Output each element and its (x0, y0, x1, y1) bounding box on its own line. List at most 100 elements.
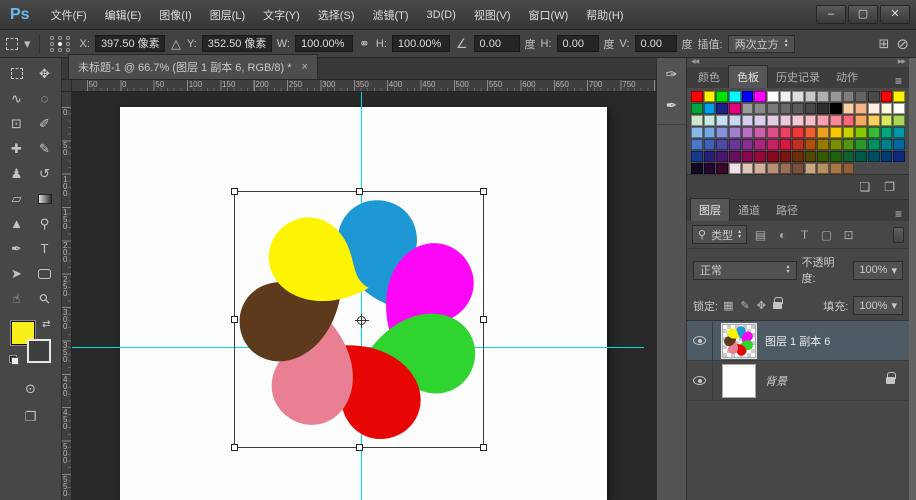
color-swatch[interactable] (729, 163, 741, 174)
collapse-right-icon[interactable]: ▶▶ (898, 58, 905, 67)
color-swatch[interactable] (754, 163, 766, 174)
color-swatch[interactable] (843, 163, 855, 174)
color-swatch[interactable] (754, 139, 766, 150)
layer-thumbnail[interactable] (722, 324, 756, 358)
color-swatch[interactable] (742, 127, 754, 138)
color-swatch[interactable] (729, 115, 741, 126)
color-swatch[interactable] (742, 103, 754, 114)
color-swatch[interactable] (742, 151, 754, 162)
layer-name[interactable]: 图层 1 副本 6 (765, 333, 909, 349)
color-swatch[interactable] (792, 139, 804, 150)
healing-brush-tool[interactable]: ✚ (3, 136, 31, 161)
color-swatch[interactable] (855, 115, 867, 126)
color-swatch[interactable] (754, 151, 766, 162)
color-swatch[interactable] (716, 139, 728, 150)
tab-color[interactable]: 颜色 (690, 66, 728, 88)
restore-button[interactable]: ▢ (848, 5, 878, 24)
color-swatch[interactable] (830, 91, 842, 102)
color-swatch[interactable] (893, 151, 905, 162)
color-swatch[interactable] (792, 91, 804, 102)
color-swatch[interactable] (767, 139, 779, 150)
warp-mode-icon[interactable]: ⊞ (878, 36, 891, 52)
color-swatch[interactable] (704, 127, 716, 138)
lock-transparent-pixels-icon[interactable]: ▦ (723, 299, 733, 312)
pen-tool[interactable]: ✒ (3, 236, 31, 261)
color-swatch[interactable] (742, 139, 754, 150)
color-swatch[interactable] (729, 139, 741, 150)
color-swatch[interactable] (780, 139, 792, 150)
gradient-tool[interactable] (31, 186, 59, 211)
color-swatch[interactable] (780, 115, 792, 126)
clone-stamp-tool[interactable]: ♟ (3, 161, 31, 186)
color-swatch[interactable] (893, 127, 905, 138)
brush-presets-panel-icon[interactable]: ✑ (666, 66, 678, 83)
color-swatch[interactable] (855, 103, 867, 114)
menu-item[interactable]: 窗口(W) (520, 0, 578, 31)
color-swatch[interactable] (843, 127, 855, 138)
color-swatch[interactable] (691, 127, 703, 138)
color-swatch[interactable] (830, 115, 842, 126)
color-swatch[interactable] (767, 163, 779, 174)
filter-type-layers-icon[interactable]: T (796, 228, 813, 242)
color-swatch[interactable] (817, 115, 829, 126)
layer-row-copy6[interactable]: 图层 1 副本 6 (687, 321, 909, 361)
eraser-tool[interactable]: ▱ (3, 186, 31, 211)
color-swatch[interactable] (780, 127, 792, 138)
color-swatch[interactable] (729, 151, 741, 162)
lock-image-pixels-icon[interactable]: ✎ (740, 299, 749, 312)
color-swatch[interactable] (843, 91, 855, 102)
screen-mode-icon[interactable]: ❐ (25, 409, 37, 425)
color-swatch[interactable] (792, 151, 804, 162)
mini-panel-icon-1[interactable]: ❏ (859, 180, 870, 194)
color-swatch[interactable] (893, 91, 905, 102)
color-swatch[interactable] (805, 151, 817, 162)
color-swatch[interactable] (691, 115, 703, 126)
visibility-cell[interactable] (687, 361, 713, 400)
tab-history[interactable]: 历史记录 (768, 66, 828, 88)
color-swatch[interactable] (742, 163, 754, 174)
color-swatch[interactable] (868, 115, 880, 126)
color-swatch[interactable] (691, 103, 703, 114)
color-swatch[interactable] (792, 127, 804, 138)
menu-item[interactable]: 视图(V) (465, 0, 520, 31)
color-swatch[interactable] (716, 103, 728, 114)
transform-reference-point[interactable] (357, 316, 366, 325)
color-swatch[interactable] (881, 151, 893, 162)
reference-point-locator[interactable] (50, 36, 72, 52)
color-swatch[interactable] (691, 163, 703, 174)
handle-bottom-left[interactable] (231, 444, 238, 451)
cancel-transform-icon[interactable]: ⊘ (895, 35, 910, 53)
color-swatch[interactable] (817, 151, 829, 162)
color-swatch[interactable] (767, 151, 779, 162)
color-swatch[interactable] (792, 163, 804, 174)
zoom-tool[interactable]: ⚲ (31, 286, 59, 311)
path-selection-tool[interactable]: ➤ (3, 261, 31, 286)
tool-presets-panel-icon[interactable]: ✒ (666, 97, 678, 114)
filter-adjustment-layers-icon[interactable]: ◐ (774, 228, 791, 242)
menu-item[interactable]: 帮助(H) (577, 0, 632, 31)
relative-position-icon[interactable]: △ (170, 36, 182, 52)
color-swatch[interactable] (868, 127, 880, 138)
crop-tool[interactable]: ⊡ (3, 111, 31, 136)
color-swatch[interactable] (716, 127, 728, 138)
color-swatch[interactable] (855, 151, 867, 162)
color-swatch[interactable] (691, 139, 703, 150)
quick-mask-icon[interactable]: ⊙ (25, 381, 37, 397)
layer-thumbnail[interactable] (722, 364, 756, 398)
color-swatch[interactable] (817, 139, 829, 150)
eye-icon[interactable] (693, 336, 706, 345)
layer-name[interactable]: 背景 (765, 373, 886, 389)
visibility-cell[interactable] (687, 321, 713, 360)
menu-item[interactable]: 编辑(E) (96, 0, 151, 31)
color-swatch[interactable] (780, 163, 792, 174)
color-swatch[interactable] (881, 115, 893, 126)
handle-top-left[interactable] (231, 188, 238, 195)
tool-preset-arrow-icon[interactable]: ▾ (23, 36, 32, 52)
color-swatch[interactable] (767, 127, 779, 138)
quick-selection-tool[interactable]: ◌ (31, 86, 59, 111)
swap-colors-icon[interactable]: ⇄ (42, 319, 50, 330)
interpolation-select[interactable]: 两次立方 ▴▾ (728, 35, 795, 53)
color-swatch[interactable] (855, 139, 867, 150)
color-swatch[interactable] (805, 163, 817, 174)
color-swatch[interactable] (729, 103, 741, 114)
